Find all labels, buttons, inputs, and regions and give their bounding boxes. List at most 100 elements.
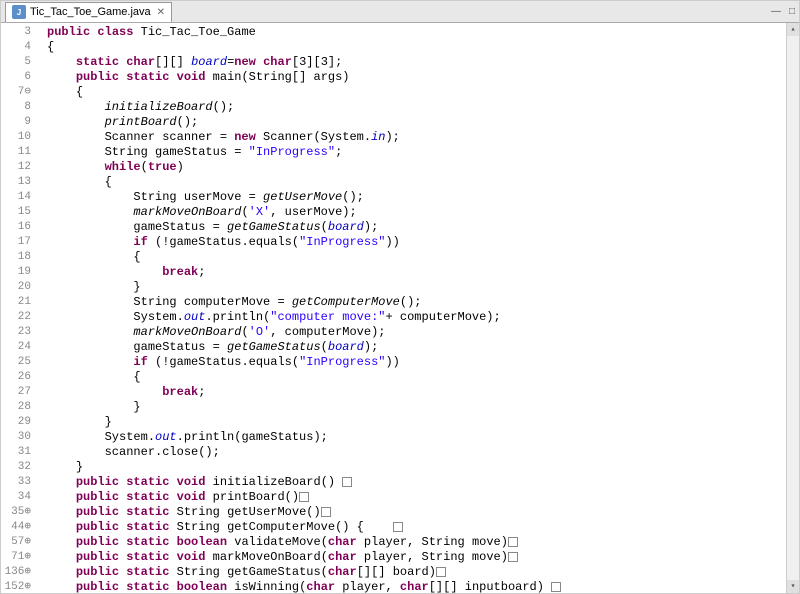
line-number: 8 — [1, 100, 31, 115]
code-line[interactable]: initializeBoard(); — [47, 100, 786, 115]
code-line[interactable]: } — [47, 460, 786, 475]
line-number: 17 — [1, 235, 31, 250]
line-number: 28 — [1, 400, 31, 415]
scroll-track[interactable] — [787, 36, 799, 580]
scroll-up-icon[interactable]: ▴ — [787, 23, 799, 36]
line-number: 29 — [1, 415, 31, 430]
file-tab[interactable]: J Tic_Tac_Toe_Game.java ✕ — [5, 2, 172, 22]
line-number: 3 — [1, 25, 31, 40]
code-line[interactable]: scanner.close(); — [47, 445, 786, 460]
line-number: 9 — [1, 115, 31, 130]
line-number: 15 — [1, 205, 31, 220]
code-line[interactable]: { — [47, 40, 786, 55]
code-area[interactable]: public class Tic_Tac_Toe_Game{ static ch… — [39, 23, 786, 593]
minimize-icon[interactable]: — — [771, 6, 781, 17]
code-line[interactable]: public static void printBoard() — [47, 490, 786, 505]
tab-bar: J Tic_Tac_Toe_Game.java ✕ — □ — [1, 1, 799, 23]
code-line[interactable]: { — [47, 85, 786, 100]
line-number: 20 — [1, 280, 31, 295]
maximize-icon[interactable]: □ — [789, 6, 795, 17]
code-line[interactable]: Scanner scanner = new Scanner(System.in)… — [47, 130, 786, 145]
editor-window: J Tic_Tac_Toe_Game.java ✕ — □ 34567⊖8910… — [0, 0, 800, 594]
code-line[interactable]: break; — [47, 265, 786, 280]
folded-block-icon[interactable] — [436, 567, 446, 577]
code-line[interactable]: break; — [47, 385, 786, 400]
line-number: 32 — [1, 460, 31, 475]
code-line[interactable]: String gameStatus = "InProgress"; — [47, 145, 786, 160]
window-controls: — □ — [771, 6, 795, 17]
folded-block-icon[interactable] — [321, 507, 331, 517]
code-line[interactable]: public static String getGameStatus(char[… — [47, 565, 786, 580]
code-line[interactable]: } — [47, 415, 786, 430]
line-number: 4 — [1, 40, 31, 55]
folded-block-icon[interactable] — [551, 582, 561, 592]
line-number: 12 — [1, 160, 31, 175]
line-number: 22 — [1, 310, 31, 325]
line-number: 10 — [1, 130, 31, 145]
line-number: 5 — [1, 55, 31, 70]
line-number: 16 — [1, 220, 31, 235]
tab-filename: Tic_Tac_Toe_Game.java — [30, 6, 151, 18]
line-number: 136⊕ — [1, 565, 31, 580]
folded-block-icon[interactable] — [508, 537, 518, 547]
line-number: 26 — [1, 370, 31, 385]
vertical-scrollbar[interactable]: ▴ ▾ — [786, 23, 799, 593]
line-number: 31 — [1, 445, 31, 460]
code-line[interactable]: printBoard(); — [47, 115, 786, 130]
code-line[interactable]: System.out.println("computer move:"+ com… — [47, 310, 786, 325]
line-number: 35⊕ — [1, 505, 31, 520]
line-number: 6 — [1, 70, 31, 85]
code-line[interactable]: gameStatus = getGameStatus(board); — [47, 220, 786, 235]
code-line[interactable]: System.out.println(gameStatus); — [47, 430, 786, 445]
code-line[interactable]: while(true) — [47, 160, 786, 175]
line-number: 21 — [1, 295, 31, 310]
folded-block-icon[interactable] — [508, 552, 518, 562]
folded-block-icon[interactable] — [299, 492, 309, 502]
line-number: 152⊕ — [1, 580, 31, 593]
line-number: 34 — [1, 490, 31, 505]
code-line[interactable]: markMoveOnBoard('X', userMove); — [47, 205, 786, 220]
code-line[interactable]: public static void initializeBoard() — [47, 475, 786, 490]
code-line[interactable]: gameStatus = getGameStatus(board); — [47, 340, 786, 355]
line-number: 25 — [1, 355, 31, 370]
code-line[interactable]: { — [47, 175, 786, 190]
scroll-down-icon[interactable]: ▾ — [787, 580, 799, 593]
code-line[interactable]: public static boolean validateMove(char … — [47, 535, 786, 550]
folded-block-icon[interactable] — [342, 477, 352, 487]
line-number: 11 — [1, 145, 31, 160]
code-line[interactable]: public static void main(String[] args) — [47, 70, 786, 85]
code-line[interactable]: } — [47, 280, 786, 295]
code-line[interactable]: if (!gameStatus.equals("InProgress")) — [47, 355, 786, 370]
code-line[interactable]: public static void markMoveOnBoard(char … — [47, 550, 786, 565]
editor-body: 34567⊖8910111213141516171819202122232425… — [1, 23, 799, 593]
code-line[interactable]: public static String getComputerMove() { — [47, 520, 786, 535]
line-number: 23 — [1, 325, 31, 340]
line-number: 57⊕ — [1, 535, 31, 550]
line-number: 14 — [1, 190, 31, 205]
code-line[interactable]: } — [47, 400, 786, 415]
code-line[interactable]: public class Tic_Tac_Toe_Game — [47, 25, 786, 40]
code-line[interactable]: String userMove = getUserMove(); — [47, 190, 786, 205]
code-line[interactable]: public static String getUserMove() — [47, 505, 786, 520]
line-number: 30 — [1, 430, 31, 445]
line-number: 13 — [1, 175, 31, 190]
code-line[interactable]: String computerMove = getComputerMove(); — [47, 295, 786, 310]
line-number: 44⊕ — [1, 520, 31, 535]
code-line[interactable]: public static boolean isWinning(char pla… — [47, 580, 786, 593]
line-number: 71⊕ — [1, 550, 31, 565]
code-line[interactable]: { — [47, 370, 786, 385]
folded-block-icon[interactable] — [393, 522, 403, 532]
code-line[interactable]: if (!gameStatus.equals("InProgress")) — [47, 235, 786, 250]
line-number: 24 — [1, 340, 31, 355]
line-gutter: 34567⊖8910111213141516171819202122232425… — [1, 23, 39, 593]
line-number: 7⊖ — [1, 85, 31, 100]
line-number: 33 — [1, 475, 31, 490]
close-icon[interactable]: ✕ — [157, 7, 165, 18]
line-number: 27 — [1, 385, 31, 400]
code-line[interactable]: static char[][] board=new char[3][3]; — [47, 55, 786, 70]
line-number: 18 — [1, 250, 31, 265]
java-file-icon: J — [12, 5, 26, 19]
line-number: 19 — [1, 265, 31, 280]
code-line[interactable]: markMoveOnBoard('O', computerMove); — [47, 325, 786, 340]
code-line[interactable]: { — [47, 250, 786, 265]
